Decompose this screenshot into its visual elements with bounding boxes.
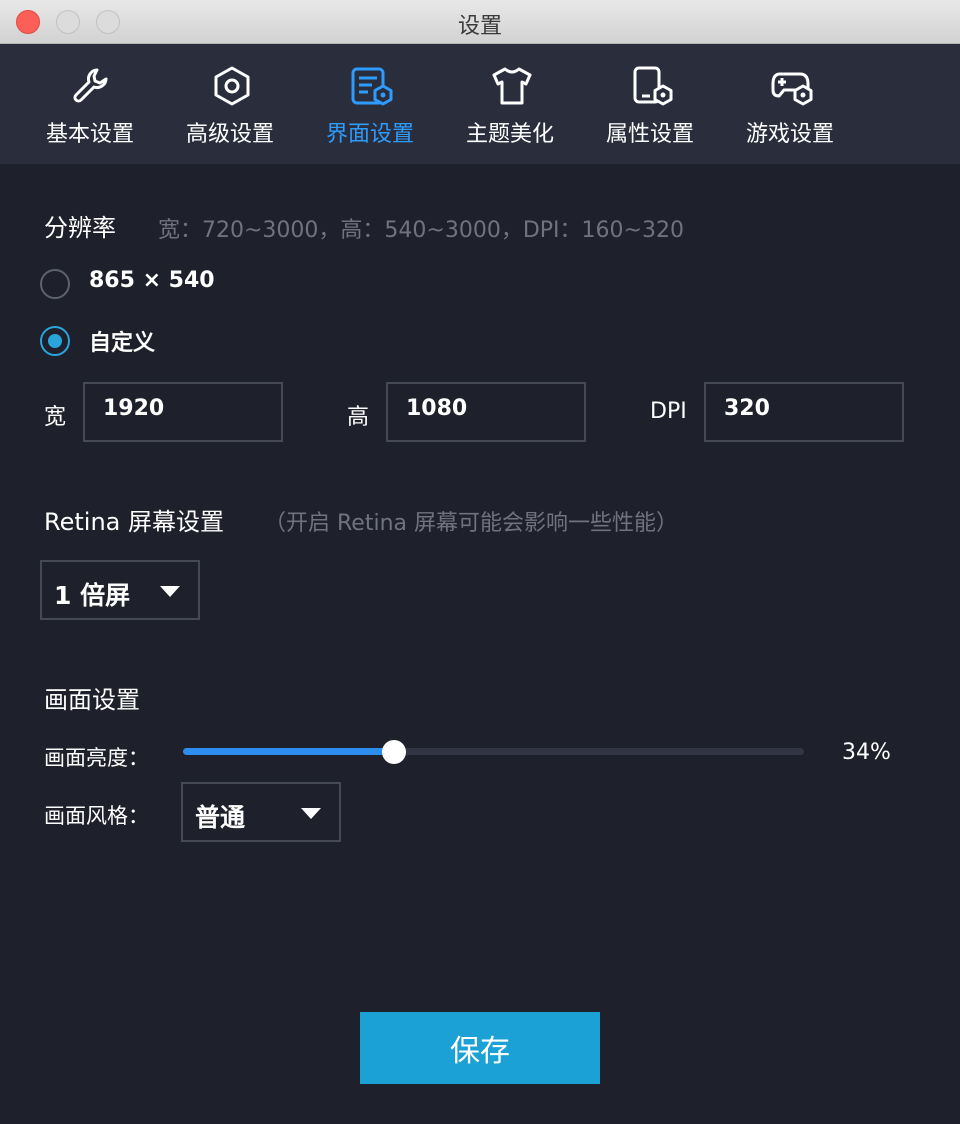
- tab-advanced-settings[interactable]: 高级设置: [160, 44, 300, 164]
- display-style-value: 普通: [195, 803, 246, 832]
- wrench-icon: [73, 68, 108, 103]
- tab-property-settings[interactable]: 属性设置: [580, 44, 720, 164]
- width-input[interactable]: 1920: [83, 382, 283, 442]
- retina-scale-value: 1 倍屏: [54, 581, 131, 610]
- resolution-title: 分辨率: [44, 214, 116, 242]
- slider-fill: [183, 748, 395, 755]
- brightness-label: 画面亮度：: [44, 746, 149, 770]
- dpi-input[interactable]: 320: [704, 382, 904, 442]
- radio-checked[interactable]: [40, 326, 70, 356]
- hexagon-nut-icon: [214, 66, 250, 106]
- tab-interface-settings[interactable]: 界面设置: [300, 44, 440, 164]
- dpi-label: DPI: [650, 399, 687, 424]
- brightness-value: 34%: [842, 740, 891, 765]
- retina-title: Retina 屏幕设置: [44, 508, 224, 536]
- gamepad-settings-icon: [771, 72, 813, 106]
- tab-label: 游戏设置: [745, 122, 834, 147]
- width-label: 宽: [44, 405, 67, 430]
- caret-down-icon: [301, 808, 321, 819]
- radio-label: 自定义: [89, 331, 156, 356]
- style-label: 画面风格：: [44, 804, 149, 828]
- brightness-slider[interactable]: [183, 740, 804, 764]
- height-input[interactable]: 1080: [386, 382, 586, 442]
- tshirt-icon: [492, 67, 532, 105]
- height-label: 高: [347, 405, 370, 430]
- title-bar: 设置: [0, 0, 960, 44]
- caret-down-icon: [160, 586, 180, 597]
- tab-label: 主题美化: [465, 122, 554, 147]
- tab-basic-settings[interactable]: 基本设置: [20, 44, 160, 164]
- tab-label: 界面设置: [325, 122, 414, 147]
- slider-thumb[interactable]: [382, 740, 407, 764]
- tab-label: 基本设置: [45, 122, 134, 147]
- tab-theme[interactable]: 主题美化: [440, 44, 580, 164]
- resolution-hint: 宽：720~3000，高：540~3000，DPI：160~320: [158, 218, 684, 243]
- retina-hint: （开启 Retina 屏幕可能会影响一些性能）: [264, 511, 678, 536]
- save-button[interactable]: 保存: [360, 1012, 600, 1084]
- tab-label: 高级设置: [185, 122, 274, 147]
- settings-tab-bar: 基本设置 高级设置 界面设置 主题美化 属性设置 游戏设置: [0, 44, 960, 164]
- tab-label: 属性设置: [605, 122, 694, 147]
- interface-settings-icon: [351, 67, 393, 106]
- radio-label: 865 × 540: [89, 268, 215, 293]
- window-title: 设置: [457, 14, 502, 39]
- tab-game-settings[interactable]: 游戏设置: [720, 44, 860, 164]
- display-style-select[interactable]: 普通: [181, 782, 341, 842]
- radio-unchecked[interactable]: [40, 269, 70, 299]
- display-title: 画面设置: [44, 686, 140, 714]
- device-settings-icon: [633, 66, 673, 106]
- retina-scale-select[interactable]: 1 倍屏: [40, 560, 200, 620]
